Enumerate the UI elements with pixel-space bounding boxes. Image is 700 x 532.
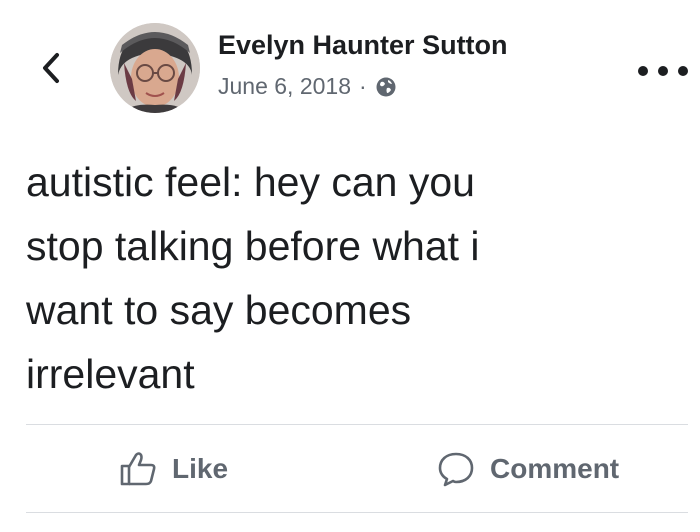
more-dot (678, 66, 688, 76)
action-bar: Like Comment (0, 425, 700, 511)
post-meta: June 6, 2018 · (218, 73, 397, 100)
post-text: autistic feel: hey can you stop talking … (26, 150, 676, 406)
comment-label: Comment (490, 453, 620, 484)
chevron-left-icon (43, 53, 59, 83)
meta-separator: · (359, 73, 367, 99)
more-dot (638, 66, 648, 76)
post-text-line: want to say becomes (26, 287, 412, 333)
like-label: Like (172, 453, 229, 484)
like-button[interactable]: Like (118, 447, 228, 491)
more-dot (658, 66, 668, 76)
divider (26, 512, 688, 513)
author-name[interactable]: Evelyn Haunter Sutton (218, 30, 508, 61)
post-date[interactable]: June 6, 2018 (218, 73, 351, 100)
comment-bubble-icon (438, 452, 474, 487)
profile-photo (110, 23, 200, 113)
globe-icon (376, 77, 396, 96)
avatar[interactable] (110, 23, 200, 113)
post-text-line: irrelevant (26, 351, 195, 397)
thumbs-up-icon (120, 452, 156, 486)
post-header: Evelyn Haunter Sutton June 6, 2018 · (0, 0, 700, 130)
comment-button[interactable]: Comment (436, 447, 619, 491)
post-text-line: stop talking before what i (26, 223, 480, 269)
post-text-line: autistic feel: hey can you (26, 159, 475, 205)
back-button[interactable] (36, 50, 66, 86)
more-options-button[interactable] (638, 60, 688, 82)
